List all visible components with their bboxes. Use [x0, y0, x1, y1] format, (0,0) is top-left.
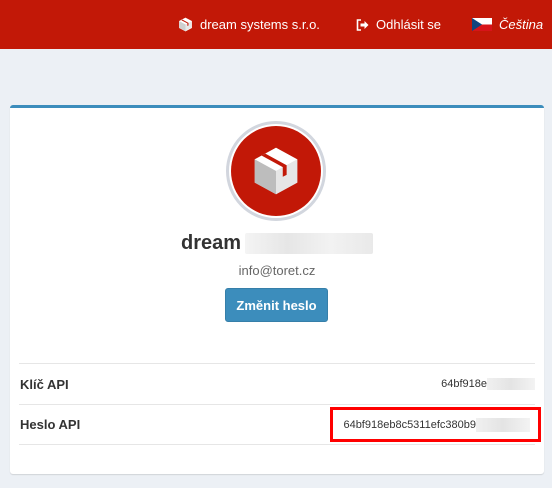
api-key-text: 64bf918e [441, 378, 487, 390]
user-email: info@toret.cz [238, 263, 316, 278]
api-key-value: 64bf918e [441, 378, 535, 390]
avatar-logo [231, 126, 321, 216]
api-password-label: Heslo API [20, 417, 81, 432]
redacted-api-password [476, 417, 530, 432]
api-password-highlight: 64bf918eb8c5311efc380b9 [330, 407, 541, 442]
company-menu[interactable]: dream systems s.r.o. [178, 0, 320, 49]
api-password-text: 64bf918eb8c5311efc380b9 [343, 418, 476, 431]
avatar [226, 121, 326, 221]
change-password-button[interactable]: Změnit heslo [225, 288, 328, 322]
company-name: dream systems s.r.o. [200, 17, 320, 32]
cube-logo-icon [254, 147, 298, 195]
sign-out-icon [356, 18, 369, 31]
top-navbar: dream systems s.r.o. Odhlásit se Čeština [0, 0, 552, 49]
czech-flag-icon [472, 18, 492, 31]
logout-link[interactable]: Odhlásit se [356, 0, 441, 49]
api-key-row: Klíč API 64bf918e [19, 363, 535, 404]
language-label: Čeština [499, 17, 544, 32]
api-key-label: Klíč API [20, 376, 69, 392]
redacted-api-key [487, 378, 535, 390]
redacted-name [245, 232, 374, 254]
api-password-row: Heslo API 64bf918eb8c5311efc380b9 [19, 404, 541, 445]
user-name-text: dream [180, 231, 242, 254]
user-name: dream [10, 230, 544, 256]
logout-label: Odhlásit se [376, 17, 442, 32]
language-selector[interactable]: Čeština [472, 0, 543, 49]
cube-logo-icon [178, 17, 193, 32]
profile-panel: dream info@toret.cz Změnit heslo Klíč AP… [10, 105, 544, 474]
